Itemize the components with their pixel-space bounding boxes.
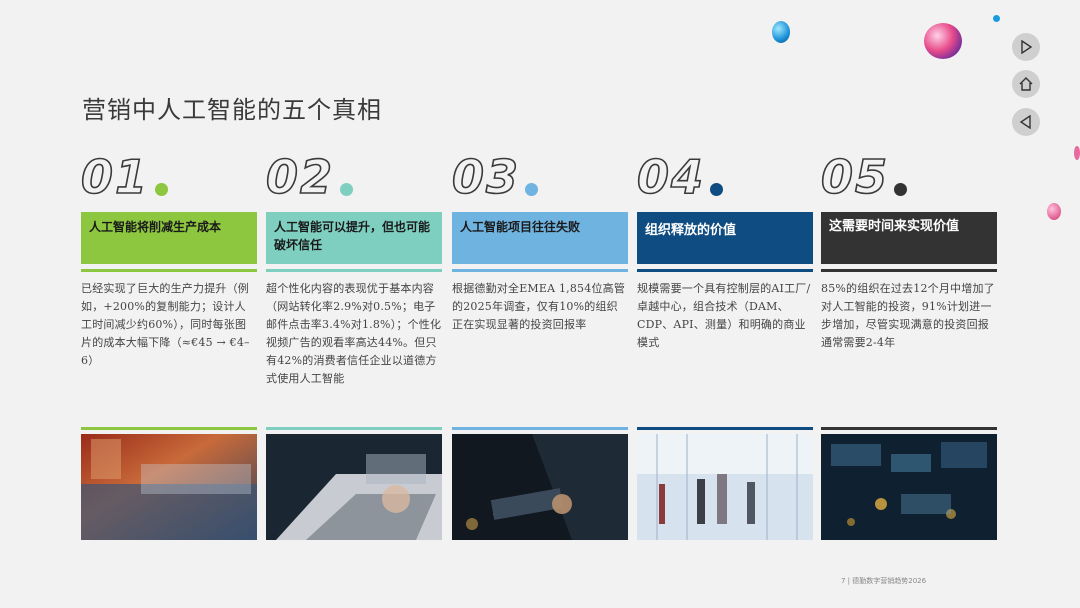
- truth-column-3: 03 人工智能项目往往失败 根据德勤对全EMEA 1,854位高管的2025年调…: [451, 149, 628, 540]
- truth-body: 超个性化内容的表现优于基本内容（网站转化率2.9%对0.5%；电子邮件点击率3.…: [266, 282, 442, 385]
- back-icon: [1019, 115, 1031, 129]
- truth-column-1: 01 人工智能将削减生产成本 已经实现了巨大的生产力提升（例如，+200%的复制…: [80, 149, 257, 540]
- office-icon: [637, 434, 813, 540]
- truth-column-4: 04 组织释放的价值 规模需要一个具有控制层的AI工厂/卓越中心，组合技术（DA…: [636, 149, 813, 540]
- truth-heading: 组织释放的价值: [637, 212, 813, 264]
- divider: [266, 269, 442, 272]
- divider: [821, 269, 997, 272]
- decorative-bubble: [1047, 203, 1061, 220]
- page-title: 营销中人工智能的五个真相: [82, 96, 382, 124]
- home-icon: [1019, 77, 1033, 91]
- divider: [81, 269, 257, 272]
- truth-number: 05: [820, 149, 890, 205]
- home-button[interactable]: [1012, 70, 1040, 98]
- decorative-bubble: [924, 23, 962, 59]
- accent-dot: [894, 183, 907, 196]
- decorative-bubble: [993, 15, 1000, 22]
- previous-slide-button[interactable]: [1012, 108, 1040, 136]
- truth-body: 规模需要一个具有控制层的AI工厂/卓越中心，组合技术（DAM、CDP、API、测…: [637, 282, 811, 349]
- truth-column-5: 05 这需要时间来实现价值 85%的组织在过去12个月中增加了对人工智能的投资，…: [820, 149, 997, 540]
- laptop-icon: [266, 434, 442, 540]
- accent-dot: [710, 183, 723, 196]
- truth-heading: 这需要时间来实现价值: [821, 212, 997, 264]
- dashboard-icon: [821, 434, 997, 540]
- truth-heading: 人工智能项目往往失败: [452, 212, 628, 264]
- divider: [637, 269, 813, 272]
- play-icon: [1021, 40, 1033, 54]
- truth-number: 01: [80, 149, 150, 205]
- tablet-icon: [452, 434, 628, 540]
- divider: [266, 427, 442, 430]
- accent-dot: [525, 183, 538, 196]
- page-footer: 7 | 德勤数字营销趋势2026: [841, 577, 927, 585]
- accent-dot: [340, 183, 353, 196]
- divider: [821, 427, 997, 430]
- divider: [452, 427, 628, 430]
- truth-column-2: 02 人工智能可以提升，但也可能破坏信任 超个性化内容的表现优于基本内容（网站转…: [265, 149, 442, 540]
- truth-number: 04: [636, 149, 706, 205]
- decorative-bubble: [772, 21, 790, 43]
- divider: [81, 427, 257, 430]
- truth-body: 已经实现了巨大的生产力提升（例如，+200%的复制能力；设计人工时间减少约60%…: [81, 282, 250, 367]
- truth-body: 根据德勤对全EMEA 1,854位高管的2025年调查，仅有10%的组织正在实现…: [452, 282, 626, 331]
- factory-icon: [81, 434, 257, 540]
- next-slide-button[interactable]: [1012, 33, 1040, 61]
- divider: [637, 427, 813, 430]
- divider: [452, 269, 628, 272]
- accent-dot: [155, 183, 168, 196]
- truth-number: 03: [451, 149, 521, 205]
- truth-heading: 人工智能可以提升，但也可能破坏信任: [266, 212, 442, 264]
- decorative-bubble: [1074, 146, 1080, 160]
- truth-number: 02: [265, 149, 335, 205]
- truth-body: 85%的组织在过去12个月中增加了对人工智能的投资，91%计划进一步增加，尽管实…: [821, 282, 995, 349]
- truth-heading: 人工智能将削减生产成本: [81, 212, 257, 264]
